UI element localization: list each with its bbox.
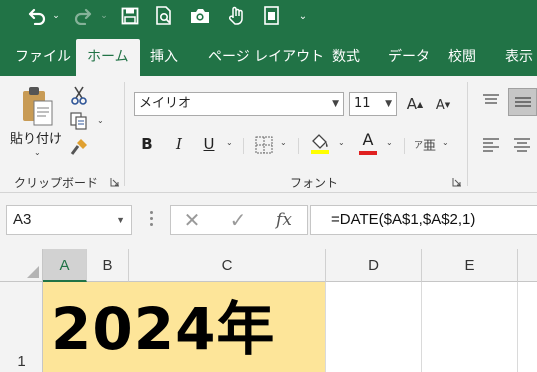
cut-icon[interactable] <box>68 84 90 106</box>
resize-handle[interactable] <box>150 211 154 229</box>
chevron-down-icon[interactable]: ▼ <box>332 93 339 115</box>
phonetic-guide-icon[interactable]: ア亜 <box>414 132 436 156</box>
divider <box>298 138 299 154</box>
print-preview-icon[interactable] <box>152 4 176 28</box>
bold-button[interactable]: B <box>136 132 158 156</box>
tab-insert[interactable]: 挿入 <box>150 36 178 76</box>
group-separator <box>467 82 468 186</box>
column-header-partial[interactable] <box>518 249 537 282</box>
copy-dropdown-icon[interactable]: ⌄ <box>97 116 104 125</box>
fill-color-icon[interactable] <box>308 130 332 156</box>
ribbon-home: 貼り付け ⌄ ⌄ クリップボード メイリオ ▼ 11 ▼ A ▲ A ▼ B I U… <box>0 76 537 193</box>
cell-a1-merged[interactable]: 2024年 <box>43 282 326 372</box>
font-name-box[interactable]: メイリオ ▼ <box>134 92 344 116</box>
quick-access-toolbar: ⌄ ⌄ ⌄ <box>0 0 537 36</box>
font-color-icon[interactable]: A <box>356 130 380 156</box>
italic-button[interactable]: I <box>168 132 190 156</box>
chevron-down-icon[interactable]: ▼ <box>116 206 125 234</box>
clipboard-launcher-icon[interactable] <box>110 177 120 187</box>
align-middle-icon[interactable] <box>508 88 537 116</box>
increase-font-size-icon[interactable]: A ▲ <box>404 92 426 116</box>
font-size-value: 11 <box>354 96 371 111</box>
copy-icon[interactable] <box>68 110 90 132</box>
cancel-icon[interactable]: ✕ <box>177 206 207 234</box>
decrease-font-size-icon[interactable]: A ▼ <box>432 94 454 116</box>
formula-bar: A3 ▼ ✕ ✓ fx =DATE($A$1,$A$2,1) <box>0 193 537 249</box>
tab-home[interactable]: ホーム <box>76 39 140 76</box>
save-icon[interactable] <box>118 4 142 28</box>
formula-buttons: ✕ ✓ fx <box>170 205 308 235</box>
align-top-icon[interactable] <box>478 88 504 114</box>
customize-qat-icon[interactable]: ⌄ <box>296 4 310 28</box>
undo-dropdown-icon[interactable]: ⌄ <box>50 4 62 28</box>
tab-page-layout[interactable]: ページ レイアウト <box>208 36 324 76</box>
row-number: 1 <box>17 353 26 370</box>
font-color-dropdown-icon[interactable]: ⌄ <box>386 138 393 147</box>
column-header-d[interactable]: D <box>326 249 422 282</box>
clipboard-group-label: クリップボード <box>14 176 99 190</box>
font-size-box[interactable]: 11 ▼ <box>349 92 397 116</box>
redo-dropdown-icon[interactable]: ⌄ <box>98 4 110 28</box>
format-painter-icon[interactable] <box>68 136 90 158</box>
column-header-b[interactable]: B <box>87 249 129 282</box>
underline-dropdown-icon[interactable]: ⌄ <box>226 138 233 147</box>
font-name-value: メイリオ <box>139 96 192 111</box>
camera-icon[interactable] <box>188 4 212 28</box>
column-header-e[interactable]: E <box>422 249 518 282</box>
touch-mode-icon[interactable] <box>224 4 248 28</box>
name-box[interactable]: A3 ▼ <box>6 205 132 235</box>
row-header-1[interactable]: 1 <box>0 282 43 372</box>
align-left-icon[interactable] <box>478 132 504 158</box>
name-box-value: A3 <box>13 211 32 228</box>
chevron-down-icon[interactable]: ▼ <box>385 93 392 115</box>
group-separator <box>124 82 125 186</box>
cell-d1[interactable] <box>326 282 422 372</box>
borders-icon[interactable] <box>253 134 275 156</box>
tab-review[interactable]: 校閲 <box>448 36 476 76</box>
cell-a1-value: 2024年 <box>51 295 276 363</box>
document-phone-icon[interactable] <box>260 4 284 28</box>
tab-data[interactable]: データ <box>388 36 430 76</box>
cell-f1[interactable] <box>518 282 537 372</box>
underline-button[interactable]: U <box>198 132 220 156</box>
font-launcher-icon[interactable] <box>452 177 462 187</box>
borders-dropdown-icon[interactable]: ⌄ <box>280 138 287 147</box>
select-all-button[interactable] <box>0 249 43 282</box>
enter-icon[interactable]: ✓ <box>223 206 253 234</box>
divider <box>404 138 405 154</box>
fill-color-dropdown-icon[interactable]: ⌄ <box>338 138 345 147</box>
cell-e1[interactable] <box>422 282 518 372</box>
paste-dropdown-icon[interactable]: ⌄ <box>34 148 41 157</box>
ribbon-tabs: ファイル ホーム 挿入 ページ レイアウト 数式 データ 校閲 表示 <box>0 36 537 76</box>
redo-icon[interactable] <box>72 4 96 28</box>
undo-icon[interactable] <box>24 4 48 28</box>
column-header-c[interactable]: C <box>129 249 326 282</box>
insert-function-button[interactable]: fx <box>269 206 299 234</box>
divider <box>243 138 244 154</box>
tab-formulas[interactable]: 数式 <box>332 36 360 76</box>
formula-input[interactable]: =DATE($A$1,$A$2,1) <box>310 205 537 235</box>
align-center-icon[interactable] <box>508 132 536 158</box>
font-group-label: フォント <box>290 176 339 190</box>
paste-icon[interactable] <box>18 84 56 128</box>
paste-button[interactable]: 貼り付け <box>10 128 62 147</box>
tab-file[interactable]: ファイル <box>15 36 71 76</box>
tab-view[interactable]: 表示 <box>505 36 533 76</box>
column-header-a[interactable]: A <box>43 249 87 282</box>
phonetic-dropdown-icon[interactable]: ⌄ <box>442 138 449 147</box>
